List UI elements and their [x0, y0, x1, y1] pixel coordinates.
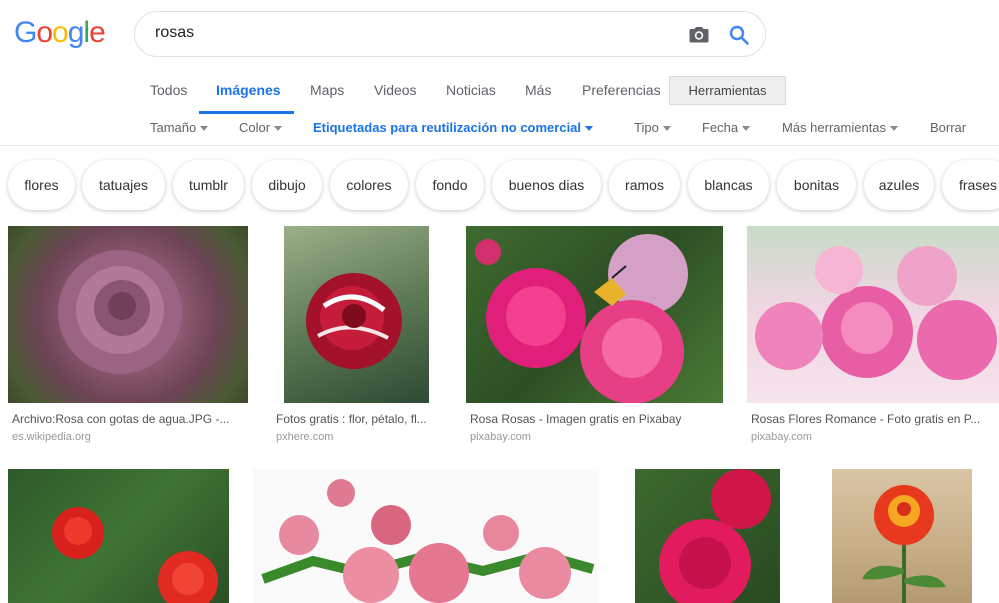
result-thumbnail[interactable]	[8, 469, 229, 603]
rose-image	[58, 250, 182, 374]
result-thumbnail[interactable]	[635, 469, 780, 603]
chip-tumblr[interactable]: tumblr	[173, 160, 244, 210]
rose-image	[261, 479, 595, 603]
result-caption: Rosas Flores Romance - Foto gratis en P.…	[751, 412, 981, 426]
chevron-down-icon	[274, 126, 283, 132]
chevron-down-icon	[200, 126, 209, 132]
result-thumbnail[interactable]	[8, 226, 248, 403]
rose-image	[862, 485, 946, 603]
image-result[interactable]: Rosas Flores Romance - Foto gratis en P.…	[747, 226, 999, 446]
filter-date-label: Fecha	[702, 120, 739, 135]
rose-image	[475, 234, 688, 403]
filter-size[interactable]: Tamaño	[150, 120, 209, 135]
filter-date[interactable]: Fecha	[702, 120, 751, 135]
chip-fondo[interactable]: fondo	[416, 160, 484, 210]
image-result[interactable]: Rosa Rosas - Imagen gratis en Pixabay pi…	[466, 226, 723, 446]
result-source: pixabay.com	[470, 431, 531, 443]
filter-type[interactable]: Tipo	[634, 120, 671, 135]
result-thumbnail[interactable]	[466, 226, 723, 403]
image-result[interactable]	[8, 469, 229, 603]
result-source: pxhere.com	[276, 431, 334, 443]
camera-icon[interactable]	[687, 23, 711, 47]
tools-button[interactable]: Herramientas	[669, 76, 786, 105]
filter-usage-rights-label: Etiquetadas para reutilización no comerc…	[313, 120, 582, 135]
clear-filters-link[interactable]: Borrar	[930, 120, 966, 135]
tab-todos[interactable]: Todos	[150, 82, 187, 98]
tab-mas[interactable]: Más	[525, 82, 551, 98]
chevron-down-icon	[662, 126, 671, 132]
chip-flores[interactable]: flores	[8, 160, 75, 210]
search-tabs: Todos Imágenes Maps Videos Noticias Más …	[0, 72, 999, 114]
chip-frases[interactable]: frases	[942, 160, 999, 210]
image-result[interactable]: Fotos gratis : flor, pétalo, fl... pxher…	[272, 226, 442, 446]
filter-type-label: Tipo	[634, 120, 659, 135]
chip-dibujo[interactable]: dibujo	[252, 160, 322, 210]
search-input[interactable]	[155, 24, 675, 42]
image-result[interactable]	[623, 469, 793, 603]
search-box[interactable]	[134, 11, 766, 57]
filter-size-label: Tamaño	[150, 120, 197, 135]
result-thumbnail[interactable]	[747, 226, 999, 403]
image-result[interactable]: Archivo:Rosa con gotas de agua.JPG -... …	[8, 226, 248, 446]
rose-image	[659, 469, 771, 603]
logo-letter: o	[52, 16, 69, 49]
result-source: pixabay.com	[751, 431, 812, 443]
tab-imagenes[interactable]: Imágenes	[216, 82, 281, 98]
logo-letter: g	[67, 16, 85, 49]
chip-azules[interactable]: azules	[864, 160, 934, 210]
tab-preferencias[interactable]: Preferencias	[582, 82, 661, 98]
result-thumbnail[interactable]	[253, 469, 599, 603]
filter-color-label: Color	[239, 120, 271, 135]
filter-usage-rights[interactable]: Etiquetadas para reutilización no comerc…	[313, 120, 594, 135]
chip-ramos[interactable]: ramos	[609, 160, 680, 210]
related-chips: flores tatuajes tumblr dibujo colores fo…	[0, 160, 999, 212]
chevron-down-icon	[585, 126, 594, 132]
rose-image	[306, 273, 402, 369]
rose-image	[755, 246, 997, 380]
chip-bonitas[interactable]: bonitas	[777, 160, 856, 210]
tab-noticias[interactable]: Noticias	[446, 82, 496, 98]
chevron-down-icon	[890, 126, 899, 132]
result-caption: Fotos gratis : flor, pétalo, fl...	[276, 412, 427, 426]
image-result[interactable]	[817, 469, 987, 603]
rose-image	[52, 507, 218, 603]
chip-blancas[interactable]: blancas	[688, 160, 769, 210]
tab-videos[interactable]: Videos	[374, 82, 417, 98]
chip-colores[interactable]: colores	[330, 160, 408, 210]
result-caption: Archivo:Rosa con gotas de agua.JPG -...	[12, 412, 230, 426]
filter-color[interactable]: Color	[239, 120, 283, 135]
result-thumbnail[interactable]	[284, 226, 429, 403]
chip-buenos-dias[interactable]: buenos dias	[492, 160, 601, 210]
chevron-down-icon	[742, 126, 751, 132]
search-icon[interactable]	[727, 23, 751, 47]
logo-letter: e	[89, 16, 106, 49]
tab-maps[interactable]: Maps	[310, 82, 344, 98]
logo-letter: G	[14, 16, 37, 49]
logo-letter: o	[36, 16, 53, 49]
result-source: es.wikipedia.org	[12, 431, 91, 443]
result-caption: Rosa Rosas - Imagen gratis en Pixabay	[470, 412, 682, 426]
image-result[interactable]	[253, 469, 599, 603]
filter-more-tools[interactable]: Más herramientas	[782, 120, 899, 135]
filter-more-tools-label: Más herramientas	[782, 120, 887, 135]
chip-tatuajes[interactable]: tatuajes	[82, 160, 165, 210]
result-thumbnail[interactable]	[832, 469, 972, 603]
google-logo[interactable]: Google	[14, 16, 106, 50]
filter-bar: Tamaño Color Etiquetadas para reutilizac…	[0, 114, 999, 146]
